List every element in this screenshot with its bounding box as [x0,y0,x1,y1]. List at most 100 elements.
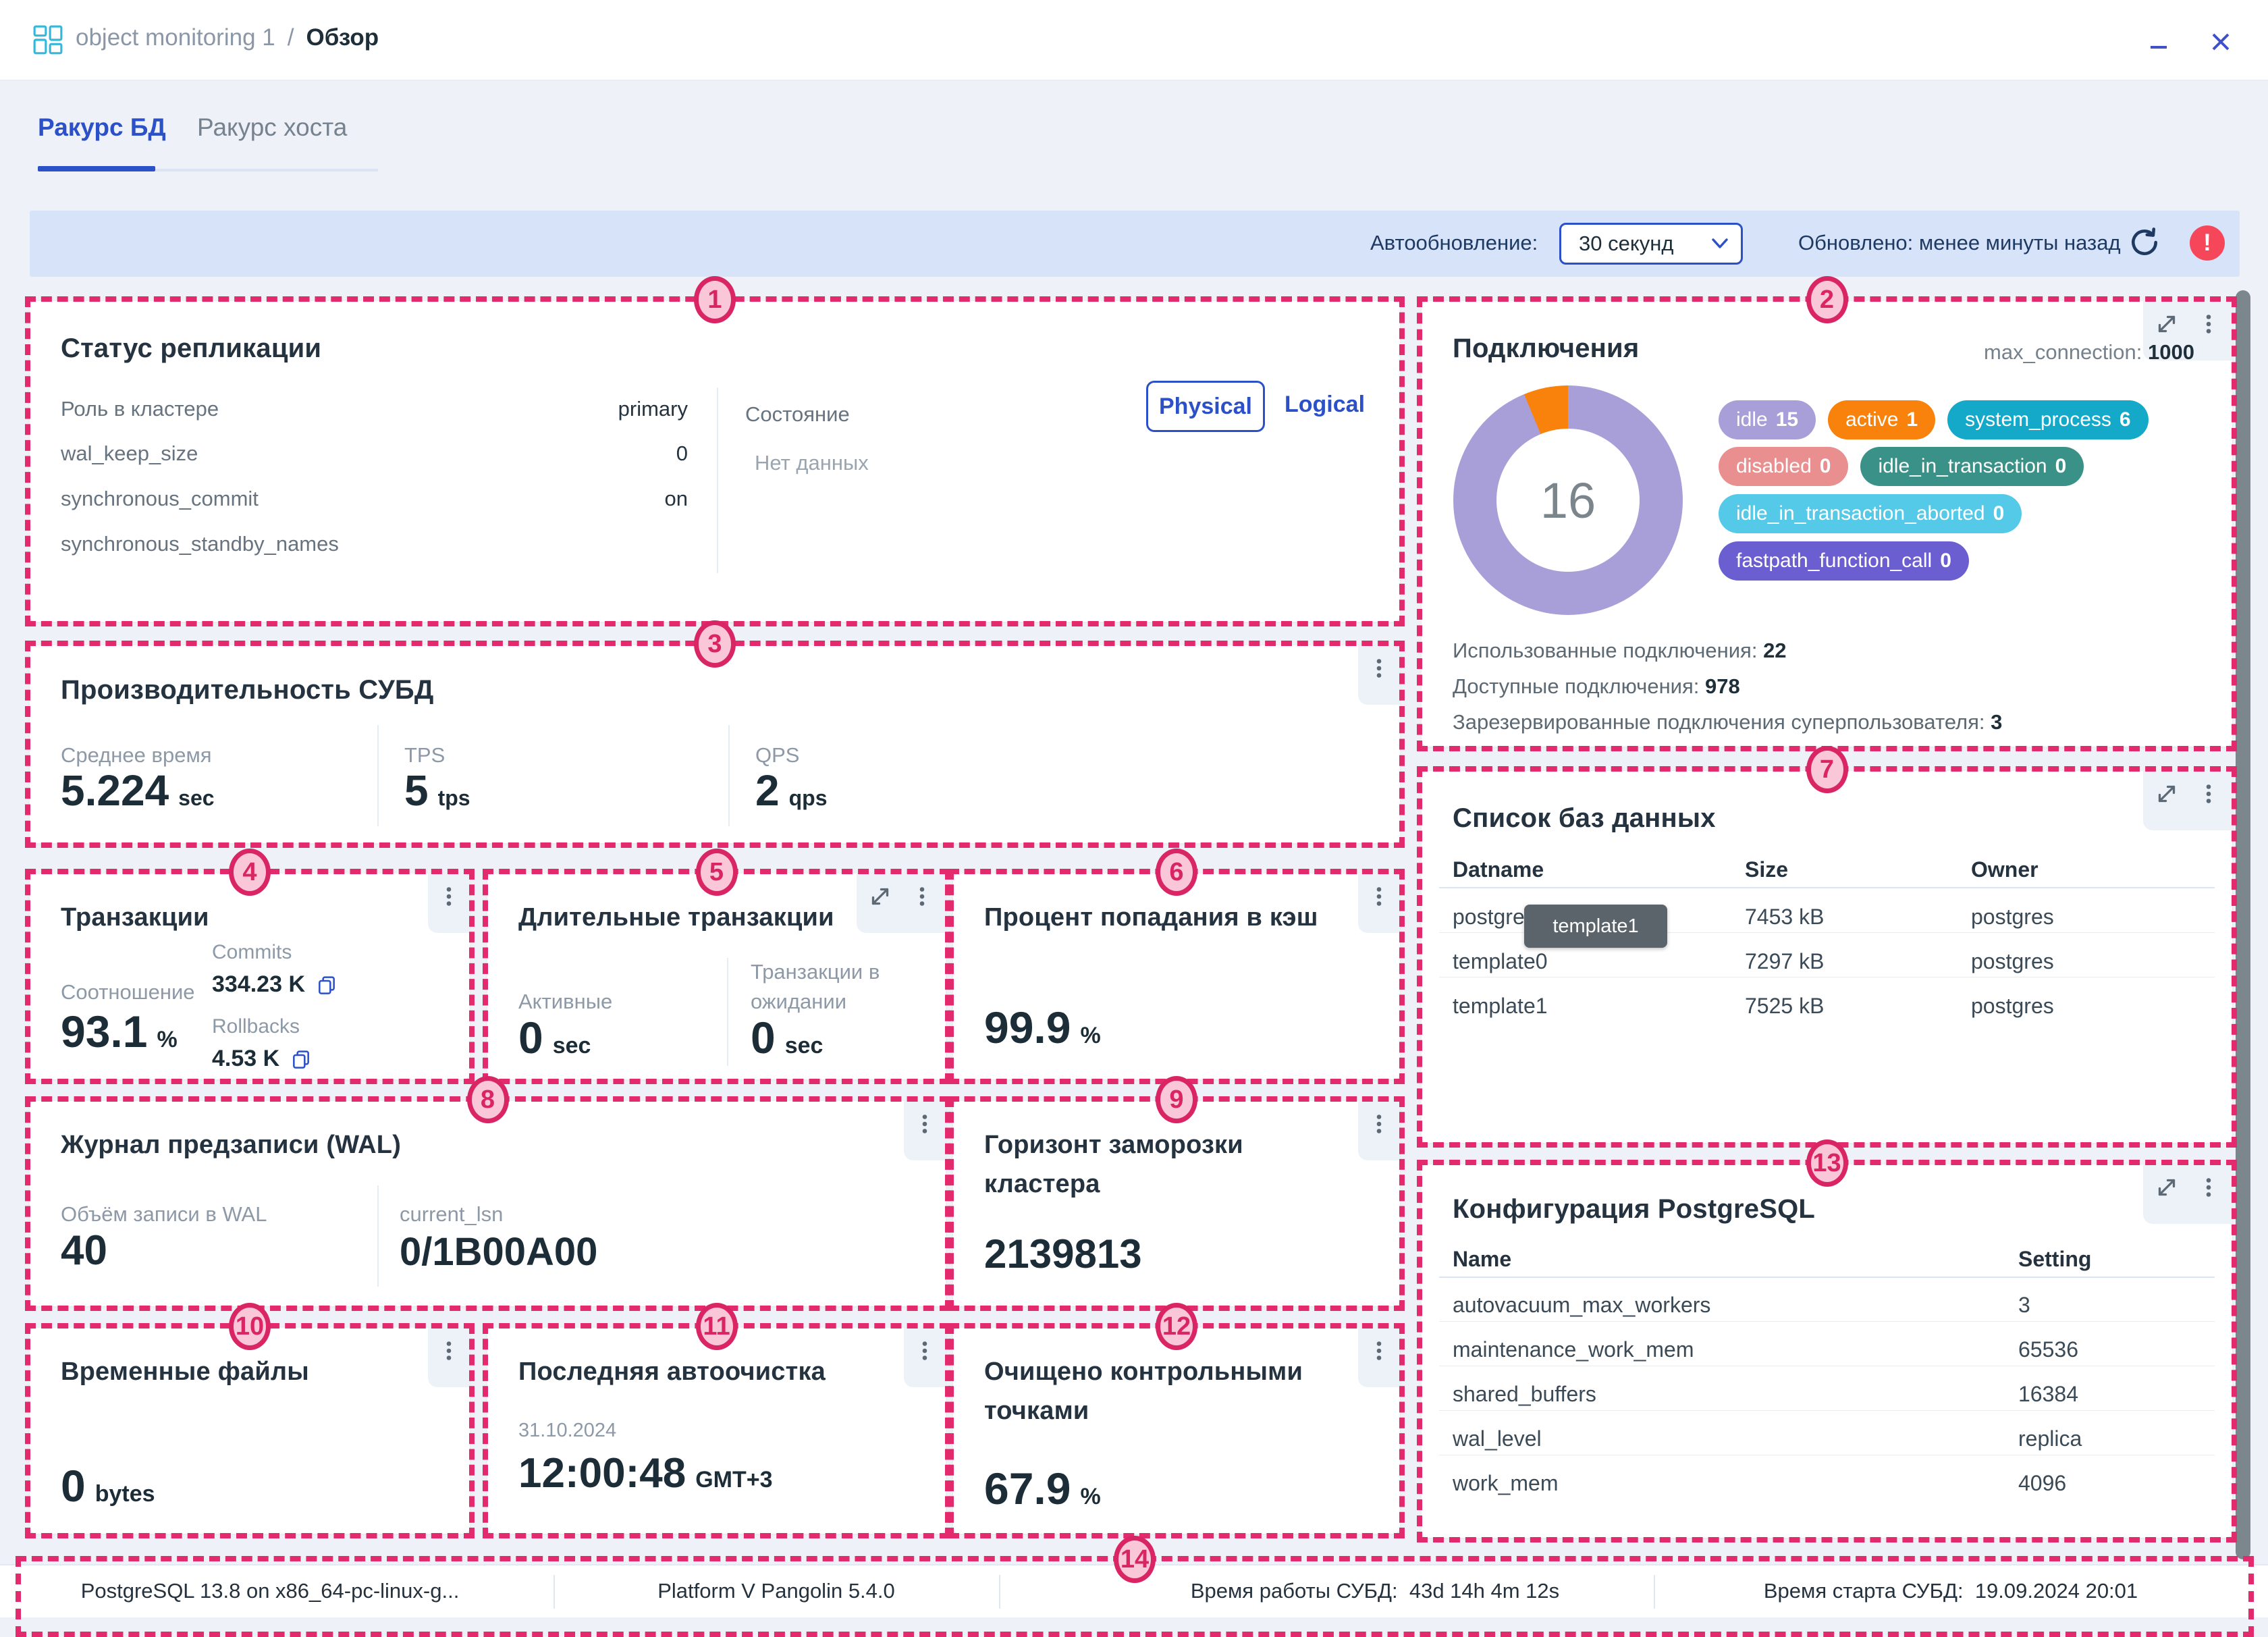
status-badge: idle15 [1719,400,1816,439]
panel-actions [1358,874,1400,933]
max-connection-label: max_connection: [1984,340,2142,364]
badge-value: 15 [1776,408,1798,431]
kebab-menu-icon[interactable] [1367,1112,1391,1136]
badge-value: 1 [1906,408,1918,431]
panel-title-line2: точками [984,1397,1089,1426]
kebab-menu-icon[interactable] [2196,312,2221,336]
minimize-icon[interactable] [2144,27,2174,57]
footer-version: PostgreSQL 13.8 on x86_64-pc-linux-g... [81,1579,460,1603]
commits-label: Commits [212,941,292,964]
max-connection: max_connection: 1000 [1984,340,2194,365]
expand-icon[interactable] [868,884,892,909]
panel-title: Статус репликации [61,333,321,364]
divider [717,387,718,573]
expand-icon[interactable] [2155,1175,2179,1200]
panel-actions [2143,771,2232,830]
cell-setting: 65536 [2018,1337,2078,1362]
badge-value: 0 [1940,549,1951,572]
copy-icon[interactable] [290,1048,312,1070]
stat-available: Доступные подключения: 978 [1453,674,1740,699]
badge-row: idle15 active1 system_process 6 [1719,400,2149,439]
panel-postgres-config: Конфигурация PostgreSQL Name Setting aut… [1422,1164,2232,1538]
column-header: Datname [1453,857,1544,882]
panel-actions [904,1101,946,1160]
breadcrumb-app[interactable]: object monitoring 1 [76,24,275,51]
replication-row-value: primary [435,397,688,421]
close-icon[interactable] [2206,27,2236,57]
badge-label: system_process [1965,408,2111,431]
column-header: Setting [2018,1247,2091,1272]
table-rule [1439,1321,2215,1322]
panel-title: Процент попадания в кэш [984,903,1318,932]
stat-value: 3 [1991,710,2002,734]
divider [999,1575,1000,1609]
kebab-menu-icon[interactable] [437,1339,461,1363]
replication-row-label: wal_keep_size [61,441,198,466]
status-badge: disabled0 [1719,447,1848,486]
page-title: Обзор [306,24,379,51]
panel-wal: Журнал предзаписи (WAL) Объём записи в W… [30,1101,946,1306]
badge-label: fastpath_function_call [1736,549,1932,572]
panel-connections: Подключения max_connection: 1000 16 idle… [1422,301,2232,747]
refresh-interval-select[interactable]: 30 секунд [1559,223,1743,265]
metric-label: QPS [755,743,799,768]
freeze-horizon-value: 2139813 [984,1231,1142,1277]
kebab-menu-icon[interactable] [1367,884,1391,909]
divider [554,1575,555,1609]
column-header: Size [1745,857,1788,882]
cache-hit-unit: % [1080,1023,1100,1049]
rollbacks-row: 4.53 K [212,1046,312,1072]
replication-row-value: on [435,487,688,511]
kebab-menu-icon[interactable] [913,1339,937,1363]
kebab-menu-icon[interactable] [437,884,461,909]
table-rule [1439,887,2215,888]
panel-title: Длительные транзакции [518,903,834,932]
temp-files-unit: bytes [95,1481,155,1507]
wal-volume-label: Объём записи в WAL [61,1202,267,1227]
scrollbar-thumb[interactable] [2236,290,2250,1559]
replication-row-value: 0 [435,441,688,466]
alert-icon[interactable]: ! [2190,225,2225,261]
stat-value: 978 [1705,674,1740,698]
rollbacks-value: 4.53 K [212,1046,279,1072]
expand-icon[interactable] [2155,782,2179,806]
logical-button[interactable]: Logical [1285,392,1365,418]
panel-cache-hit: Процент попадания в кэш 99.9% [953,874,1400,1079]
tab-db-view[interactable]: Ракурс БД [38,113,166,142]
divider [728,725,730,826]
panel-last-autovacuum: Последняя автоочистка 31.10.2024 12:00:4… [487,1328,946,1534]
physical-button[interactable]: Physical [1146,381,1265,432]
panel-actions [857,874,946,933]
copy-icon[interactable] [316,974,338,996]
badge-value: 6 [2120,408,2131,431]
footer-start-label: Время старта СУБД: [1764,1579,1964,1603]
footer-uptime-value: 43d 14h 4m 12s [1409,1579,1559,1603]
rollbacks-label: Rollbacks [212,1015,300,1038]
tab-host-view[interactable]: Ракурс хоста [197,113,347,142]
active-value: 0 [518,1012,543,1063]
autovacuum-date: 31.10.2024 [518,1420,616,1442]
cell-owner: postgres [1971,994,2054,1019]
kebab-menu-icon[interactable] [1367,1339,1391,1363]
kebab-menu-icon[interactable] [910,884,934,909]
footer-start-time: Время старта СУБД: 19.09.2024 20:01 [1764,1579,2138,1603]
kebab-menu-icon[interactable] [2196,1175,2221,1200]
kebab-menu-icon[interactable] [2196,782,2221,806]
cell-datname: postgres [1453,905,1536,930]
wal-volume-value: 40 [61,1227,107,1274]
kebab-menu-icon[interactable] [1367,656,1391,680]
panel-databases-list: Список баз данных Datname Size Owner pos… [1422,771,2232,1143]
breadcrumb-separator: / [288,24,294,51]
status-badge: active1 [1828,400,1935,439]
ratio-label: Соотношение [61,980,195,1004]
badge-row: disabled0 idle_in_transaction0 [1719,447,2084,486]
panel-transactions: Транзакции Соотношение 93.1% Commits 334… [30,874,470,1079]
status-badge: idle_in_transaction_aborted0 [1719,494,2022,533]
panel-actions [1358,645,1400,705]
expand-icon[interactable] [2155,312,2179,336]
refresh-icon[interactable] [2128,225,2161,259]
column-header: Name [1453,1247,1511,1272]
refresh-interval-value: 30 секунд [1579,232,1673,256]
cell-owner: postgres [1971,905,2054,930]
kebab-menu-icon[interactable] [913,1112,937,1136]
